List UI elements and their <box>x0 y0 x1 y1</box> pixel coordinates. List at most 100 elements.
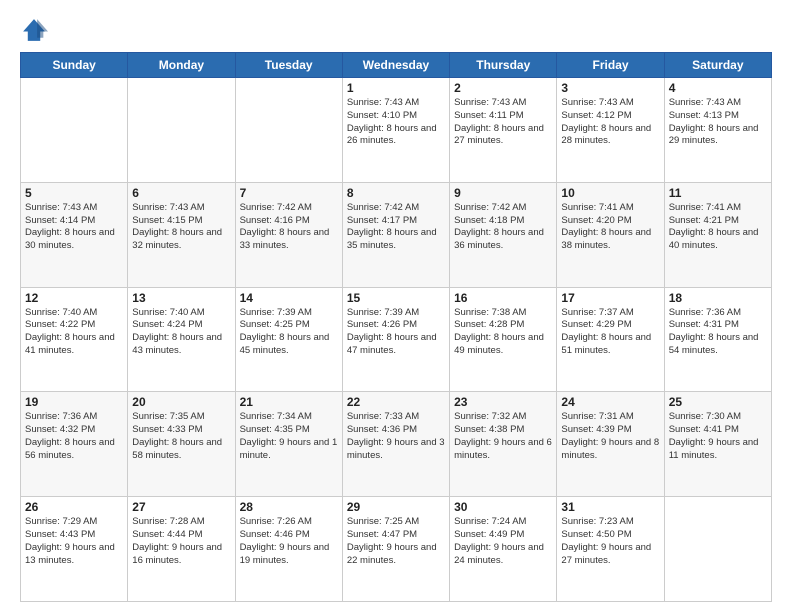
day-number: 10 <box>561 186 659 200</box>
calendar-day: 3 Sunrise: 7:43 AM Sunset: 4:12 PM Daylig… <box>557 78 664 183</box>
calendar-day <box>235 78 342 183</box>
weekday-header-cell: Friday <box>557 53 664 78</box>
day-number: 15 <box>347 291 445 305</box>
day-info: Sunrise: 7:41 AM Sunset: 4:21 PM Dayligh… <box>669 202 767 253</box>
calendar-day: 21Sunrise: 7:34 AM Sunset: 4:35 PM Dayli… <box>235 392 342 497</box>
calendar-body: 1 Sunrise: 7:43 AM Sunset: 4:10 PM Daylig… <box>21 78 772 602</box>
day-number: 30 <box>454 500 552 514</box>
day-number: 17 <box>561 291 659 305</box>
calendar-day: 16Sunrise: 7:38 AM Sunset: 4:28 PM Dayli… <box>450 287 557 392</box>
calendar-day: 22 Sunrise: 7:33 AM Sunset: 4:36 PM Dayli… <box>342 392 449 497</box>
calendar-day: 17 Sunrise: 7:37 AM Sunset: 4:29 PM Dayli… <box>557 287 664 392</box>
calendar-week: 26 Sunrise: 7:29 AM Sunset: 4:43 PM Dayli… <box>21 497 772 602</box>
calendar-day <box>128 78 235 183</box>
day-info: Sunrise: 7:41 AM Sunset: 4:20 PM Dayligh… <box>561 202 659 253</box>
day-number: 3 <box>561 81 659 95</box>
calendar-day: 12 Sunrise: 7:40 AM Sunset: 4:22 PM Dayli… <box>21 287 128 392</box>
calendar-day: 19 Sunrise: 7:36 AM Sunset: 4:32 PM Dayli… <box>21 392 128 497</box>
day-info: Sunrise: 7:43 AM Sunset: 4:12 PM Dayligh… <box>561 97 659 148</box>
calendar-day: 30 Sunrise: 7:24 AM Sunset: 4:49 PM Dayli… <box>450 497 557 602</box>
day-number: 20 <box>132 395 230 409</box>
calendar-week: 5 Sunrise: 7:43 AM Sunset: 4:14 PM Daylig… <box>21 182 772 287</box>
calendar-day: 10 Sunrise: 7:41 AM Sunset: 4:20 PM Dayli… <box>557 182 664 287</box>
calendar-day: 29Sunrise: 7:25 AM Sunset: 4:47 PM Dayli… <box>342 497 449 602</box>
calendar-day <box>21 78 128 183</box>
weekday-header-cell: Thursday <box>450 53 557 78</box>
day-info: Sunrise: 7:39 AM Sunset: 4:26 PM Dayligh… <box>347 307 445 358</box>
calendar-day: 26 Sunrise: 7:29 AM Sunset: 4:43 PM Dayli… <box>21 497 128 602</box>
day-info: Sunrise: 7:43 AM Sunset: 4:10 PM Dayligh… <box>347 97 445 148</box>
calendar-day: 25Sunrise: 7:30 AM Sunset: 4:41 PM Dayli… <box>664 392 771 497</box>
day-info: Sunrise: 7:42 AM Sunset: 4:16 PM Dayligh… <box>240 202 338 253</box>
day-number: 5 <box>25 186 123 200</box>
day-number: 8 <box>347 186 445 200</box>
day-info: Sunrise: 7:33 AM Sunset: 4:36 PM Dayligh… <box>347 411 445 462</box>
calendar-week: 1 Sunrise: 7:43 AM Sunset: 4:10 PM Daylig… <box>21 78 772 183</box>
calendar-day: 31 Sunrise: 7:23 AM Sunset: 4:50 PM Dayli… <box>557 497 664 602</box>
day-number: 19 <box>25 395 123 409</box>
weekday-header-cell: Sunday <box>21 53 128 78</box>
day-number: 1 <box>347 81 445 95</box>
calendar-day: 27 Sunrise: 7:28 AM Sunset: 4:44 PM Dayli… <box>128 497 235 602</box>
day-number: 4 <box>669 81 767 95</box>
page: SundayMondayTuesdayWednesdayThursdayFrid… <box>0 0 792 612</box>
day-number: 9 <box>454 186 552 200</box>
header <box>20 16 772 44</box>
day-number: 14 <box>240 291 338 305</box>
calendar-day: 20 Sunrise: 7:35 AM Sunset: 4:33 PM Dayli… <box>128 392 235 497</box>
calendar-day: 4 Sunrise: 7:43 AM Sunset: 4:13 PM Daylig… <box>664 78 771 183</box>
calendar-day: 23 Sunrise: 7:32 AM Sunset: 4:38 PM Dayli… <box>450 392 557 497</box>
calendar-day: 15 Sunrise: 7:39 AM Sunset: 4:26 PM Dayli… <box>342 287 449 392</box>
day-info: Sunrise: 7:39 AM Sunset: 4:25 PM Dayligh… <box>240 307 338 358</box>
calendar: SundayMondayTuesdayWednesdayThursdayFrid… <box>20 52 772 602</box>
day-info: Sunrise: 7:43 AM Sunset: 4:11 PM Dayligh… <box>454 97 552 148</box>
day-number: 18 <box>669 291 767 305</box>
day-number: 29 <box>347 500 445 514</box>
day-info: Sunrise: 7:43 AM Sunset: 4:13 PM Dayligh… <box>669 97 767 148</box>
day-info: Sunrise: 7:36 AM Sunset: 4:31 PM Dayligh… <box>669 307 767 358</box>
calendar-day: 6 Sunrise: 7:43 AM Sunset: 4:15 PM Daylig… <box>128 182 235 287</box>
day-number: 26 <box>25 500 123 514</box>
day-info: Sunrise: 7:28 AM Sunset: 4:44 PM Dayligh… <box>132 516 230 567</box>
calendar-week: 19 Sunrise: 7:36 AM Sunset: 4:32 PM Dayli… <box>21 392 772 497</box>
day-info: Sunrise: 7:23 AM Sunset: 4:50 PM Dayligh… <box>561 516 659 567</box>
calendar-day: 18 Sunrise: 7:36 AM Sunset: 4:31 PM Dayli… <box>664 287 771 392</box>
weekday-header-cell: Saturday <box>664 53 771 78</box>
day-number: 22 <box>347 395 445 409</box>
day-number: 7 <box>240 186 338 200</box>
calendar-week: 12 Sunrise: 7:40 AM Sunset: 4:22 PM Dayli… <box>21 287 772 392</box>
day-number: 16 <box>454 291 552 305</box>
calendar-day: 24Sunrise: 7:31 AM Sunset: 4:39 PM Dayli… <box>557 392 664 497</box>
calendar-day: 8Sunrise: 7:42 AM Sunset: 4:17 PM Daylig… <box>342 182 449 287</box>
day-info: Sunrise: 7:40 AM Sunset: 4:24 PM Dayligh… <box>132 307 230 358</box>
calendar-day: 2Sunrise: 7:43 AM Sunset: 4:11 PM Daylig… <box>450 78 557 183</box>
calendar-day <box>664 497 771 602</box>
day-info: Sunrise: 7:40 AM Sunset: 4:22 PM Dayligh… <box>25 307 123 358</box>
day-number: 23 <box>454 395 552 409</box>
day-info: Sunrise: 7:42 AM Sunset: 4:18 PM Dayligh… <box>454 202 552 253</box>
day-number: 13 <box>132 291 230 305</box>
calendar-day: 9 Sunrise: 7:42 AM Sunset: 4:18 PM Daylig… <box>450 182 557 287</box>
calendar-day: 13 Sunrise: 7:40 AM Sunset: 4:24 PM Dayli… <box>128 287 235 392</box>
day-number: 11 <box>669 186 767 200</box>
day-number: 31 <box>561 500 659 514</box>
day-number: 6 <box>132 186 230 200</box>
day-info: Sunrise: 7:32 AM Sunset: 4:38 PM Dayligh… <box>454 411 552 462</box>
day-info: Sunrise: 7:37 AM Sunset: 4:29 PM Dayligh… <box>561 307 659 358</box>
calendar-day: 7 Sunrise: 7:42 AM Sunset: 4:16 PM Daylig… <box>235 182 342 287</box>
day-number: 12 <box>25 291 123 305</box>
day-info: Sunrise: 7:43 AM Sunset: 4:14 PM Dayligh… <box>25 202 123 253</box>
calendar-day: 1 Sunrise: 7:43 AM Sunset: 4:10 PM Daylig… <box>342 78 449 183</box>
day-info: Sunrise: 7:29 AM Sunset: 4:43 PM Dayligh… <box>25 516 123 567</box>
day-info: Sunrise: 7:24 AM Sunset: 4:49 PM Dayligh… <box>454 516 552 567</box>
weekday-header: SundayMondayTuesdayWednesdayThursdayFrid… <box>21 53 772 78</box>
day-info: Sunrise: 7:31 AM Sunset: 4:39 PM Dayligh… <box>561 411 659 462</box>
day-info: Sunrise: 7:30 AM Sunset: 4:41 PM Dayligh… <box>669 411 767 462</box>
calendar-day: 14 Sunrise: 7:39 AM Sunset: 4:25 PM Dayli… <box>235 287 342 392</box>
day-info: Sunrise: 7:26 AM Sunset: 4:46 PM Dayligh… <box>240 516 338 567</box>
day-info: Sunrise: 7:36 AM Sunset: 4:32 PM Dayligh… <box>25 411 123 462</box>
day-info: Sunrise: 7:35 AM Sunset: 4:33 PM Dayligh… <box>132 411 230 462</box>
day-info: Sunrise: 7:43 AM Sunset: 4:15 PM Dayligh… <box>132 202 230 253</box>
day-number: 27 <box>132 500 230 514</box>
day-number: 28 <box>240 500 338 514</box>
